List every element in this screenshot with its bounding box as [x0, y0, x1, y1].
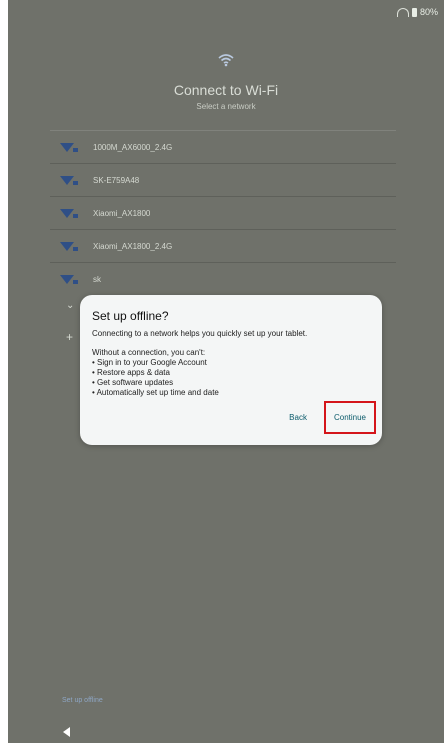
- wifi-signal-icon: [60, 209, 78, 218]
- status-wifi-icon: [396, 7, 409, 17]
- limitation-item: • Restore apps & data: [92, 368, 170, 377]
- battery-icon: [411, 7, 417, 17]
- limitation-item: • Get software updates: [92, 378, 174, 387]
- dialog-without-label: Without a connection, you can't:: [92, 348, 206, 357]
- network-item[interactable]: sk: [50, 262, 396, 295]
- battery-percentage: 80%: [419, 7, 438, 17]
- network-item[interactable]: Xiaomi_AX1800: [50, 196, 396, 229]
- status-bar: 80%: [396, 6, 438, 18]
- network-item[interactable]: 1000M_AX6000_2.4G: [50, 130, 396, 163]
- wifi-signal-icon: [60, 176, 78, 185]
- setup-offline-link[interactable]: Set up offline: [62, 697, 103, 704]
- network-list: 1000M_AX6000_2.4G SK-E759A48 Xiaomi_AX18…: [50, 130, 396, 295]
- network-name: Xiaomi_AX1800_2.4G: [93, 241, 173, 251]
- back-triangle-icon[interactable]: [63, 727, 70, 737]
- dialog-body: Connecting to a network helps you quickl…: [92, 329, 372, 398]
- network-item[interactable]: Xiaomi_AX1800_2.4G: [50, 229, 396, 262]
- limitation-item: • Sign in to your Google Account: [92, 358, 207, 367]
- continue-button[interactable]: Continue: [323, 401, 376, 434]
- wifi-signal-icon: [60, 242, 78, 251]
- dialog-intro: Connecting to a network helps you quickl…: [92, 329, 308, 338]
- limitations-list: • Sign in to your Google Account • Resto…: [92, 358, 372, 398]
- network-name: sk: [93, 274, 101, 284]
- wifi-signal-icon: [60, 275, 78, 284]
- add-network-icon[interactable]: +: [66, 330, 73, 344]
- back-button[interactable]: Back: [289, 413, 307, 422]
- wifi-icon: [218, 54, 234, 67]
- network-name: Xiaomi_AX1800: [93, 208, 151, 218]
- limitation-item: • Automatically set up time and date: [92, 388, 219, 397]
- network-item[interactable]: SK-E759A48: [50, 163, 396, 196]
- wifi-signal-icon: [60, 143, 78, 152]
- setup-screen: 80% Connect to Wi-Fi Select a network 10…: [8, 0, 444, 743]
- dialog-title: Set up offline?: [92, 309, 169, 323]
- chevron-down-icon[interactable]: ⌄: [66, 300, 74, 311]
- page-title: Connect to Wi-Fi: [173, 82, 279, 98]
- dialog-actions: Back Continue: [289, 401, 376, 434]
- network-name: SK-E759A48: [93, 175, 140, 185]
- page-subtitle: Select a network: [196, 102, 256, 111]
- network-name: 1000M_AX6000_2.4G: [93, 142, 173, 152]
- setup-offline-dialog: Set up offline? Connecting to a network …: [80, 295, 382, 445]
